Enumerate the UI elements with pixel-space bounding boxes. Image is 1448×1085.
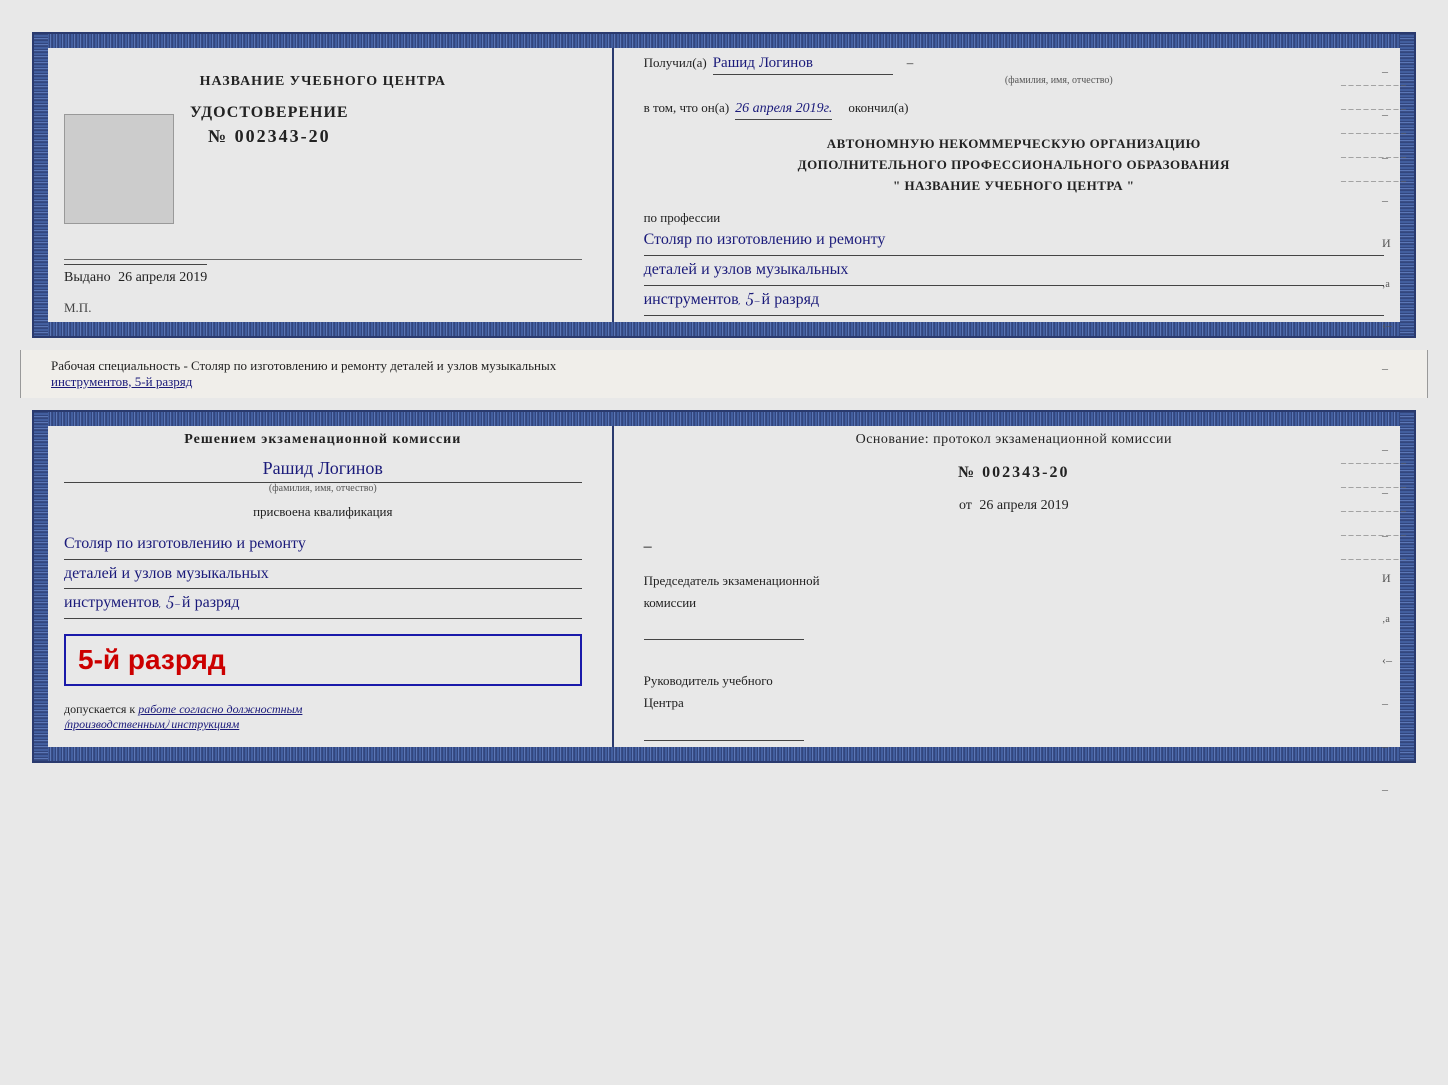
rukovoditel-signature-line	[644, 721, 804, 741]
profession-line1: Столяр по изготовлению и ремонту	[644, 226, 1384, 256]
ot-line: от 26 апреля 2019	[644, 498, 1384, 514]
vtom-date: 26 апреля 2019г.	[735, 101, 832, 120]
vtom-line: в том, что он(а) 26 апреля 2019г. окончи…	[644, 100, 1384, 120]
poluchil-value: Рашид Логинов	[713, 54, 893, 75]
poluchil-block: Получил(а) Рашид Логинов – (фамилия, имя…	[644, 54, 1384, 86]
profession-block: по профессии Столяр по изготовлению и ре…	[644, 210, 1384, 315]
ot-label: от	[959, 498, 972, 513]
razryad-box: 5-й разряд	[64, 634, 582, 686]
org-line1: АВТОНОМНУЮ НЕКОММЕРЧЕСКУЮ ОРГАНИЗАЦИЮ	[644, 134, 1384, 155]
okonchill-label: окончил(а)	[848, 100, 908, 116]
vydano-label: Выдано 26 апреля 2019	[64, 264, 207, 285]
cert-bottom-content: Решением экзаменационной комиссии Рашид …	[34, 412, 1414, 761]
middle-text-line2: инструментов, 5-й разряд	[51, 374, 192, 389]
page-wrapper: НАЗВАНИЕ УЧЕБНОГО ЦЕНТРА УДОСТОВЕРЕНИЕ №…	[20, 20, 1428, 775]
poluchil-label: Получил(а)	[644, 55, 707, 71]
profession-label: по профессии	[644, 210, 1384, 226]
predsedatel-label2: комиссии	[644, 594, 1384, 612]
razryad-big-text: 5-й разряд	[78, 644, 226, 675]
mp-label: М.П.	[64, 300, 91, 316]
poluchil-hint: (фамилия, имя, отчество)	[734, 75, 1384, 86]
predsedatel-block: Председатель экзаменационной комиссии	[644, 572, 1384, 640]
vydano-block: Выдано 26 апреля 2019	[64, 259, 582, 286]
cert-number-value: 002343-20	[235, 126, 331, 146]
cert-number-block: № 002343-20	[190, 126, 349, 147]
cert-top-wrapper: НАЗВАНИЕ УЧЕБНОГО ЦЕНТРА УДОСТОВЕРЕНИЕ №…	[32, 32, 1416, 338]
qual-block: Столяр по изготовлению и ремонту деталей…	[64, 530, 582, 619]
institution-name-top: НАЗВАНИЕ УЧЕБНОГО ЦЕНТРА	[200, 74, 446, 90]
qual-line3: инструментов, 5-й разряд	[64, 589, 582, 619]
border-left-top	[34, 34, 48, 336]
poluchil-line: Получил(а) Рашид Логинов –	[644, 54, 1384, 75]
middle-text-line1: Рабочая специальность - Столяр по изгото…	[51, 358, 556, 373]
cert-number-prefix: №	[208, 126, 228, 146]
qual-line1: Столяр по изготовлению и ремонту	[64, 530, 582, 560]
dash-poluchil: –	[907, 55, 914, 71]
cert-bottom-left: Решением экзаменационной комиссии Рашид …	[34, 412, 614, 761]
vydano-text: Выдано	[64, 270, 111, 285]
dopuskaetsya-block: допускается к работе согласно должностны…	[64, 702, 582, 732]
ot-date: 26 апреля 2019	[979, 498, 1068, 513]
rukovoditel-label1: Руководитель учебного	[644, 672, 1384, 690]
prisvoena-text: присвоена квалификация	[64, 504, 582, 520]
bottom-name-block: Рашид Логинов (фамилия, имя, отчество)	[64, 458, 582, 494]
cert-top-content: НАЗВАНИЕ УЧЕБНОГО ЦЕНТРА УДОСТОВЕРЕНИЕ №…	[34, 34, 1414, 336]
vtom-label: в том, что он(а)	[644, 100, 730, 116]
poluchil-hint-wrapper: (фамилия, имя, отчество)	[734, 75, 1384, 86]
middle-text-block: Рабочая специальность - Столяр по изгото…	[20, 350, 1428, 398]
predsedatel-signature-line	[644, 620, 804, 640]
bottom-name-value: Рашид Логинов	[64, 458, 582, 483]
cert-bottom-right: Основание: протокол экзаменационной коми…	[614, 412, 1414, 761]
protocol-prefix: №	[958, 464, 976, 481]
org-name: " НАЗВАНИЕ УЧЕБНОГО ЦЕНТРА "	[644, 176, 1384, 197]
org-block: АВТОНОМНУЮ НЕКОММЕРЧЕСКУЮ ОРГАНИЗАЦИЮ ДО…	[644, 134, 1384, 196]
cert-photo-placeholder	[64, 114, 174, 224]
border-left-bot	[34, 412, 48, 761]
right-dash-1: –	[644, 538, 1384, 556]
dopuskaetsya-label: допускается к	[64, 702, 135, 716]
reshenie-text: Решением экзаменационной комиссии	[64, 432, 582, 448]
dopuskaetsya-value2: (производственным) инструкциям	[64, 718, 239, 732]
protocol-number-block: № 002343-20	[644, 464, 1384, 482]
osnovanie-text: Основание: протокол экзаменационной коми…	[644, 432, 1384, 448]
side-dashes: ––––И‚а‹––	[1382, 64, 1392, 376]
predsedatel-label1: Председатель экзаменационной	[644, 572, 1384, 590]
udostoverenie-title: УДОСТОВЕРЕНИЕ	[190, 104, 349, 122]
vydano-date: 26 апреля 2019	[118, 270, 207, 285]
profession-line2: деталей и узлов музыкальных	[644, 256, 1384, 286]
dopuskaetsya-value: работе согласно должностным	[138, 703, 302, 717]
bottom-name-hint: (фамилия, имя, отчество)	[64, 483, 582, 494]
side-dashes-bottom: –––И‚а‹––––	[1382, 442, 1392, 797]
cert-bottom-wrapper: Решением экзаменационной комиссии Рашид …	[32, 410, 1416, 763]
rukovoditel-label2: Центра	[644, 694, 1384, 712]
cert-top-right: Получил(а) Рашид Логинов – (фамилия, имя…	[614, 34, 1414, 336]
cert-top-left: НАЗВАНИЕ УЧЕБНОГО ЦЕНТРА УДОСТОВЕРЕНИЕ №…	[34, 34, 614, 336]
rukovoditel-block: Руководитель учебного Центра	[644, 672, 1384, 740]
protocol-number: 002343-20	[982, 464, 1069, 481]
qual-line2: деталей и узлов музыкальных	[64, 560, 582, 590]
profession-line3: инструментов, 5-й разряд	[644, 286, 1384, 316]
org-line2: ДОПОЛНИТЕЛЬНОГО ПРОФЕССИОНАЛЬНОГО ОБРАЗО…	[644, 155, 1384, 176]
udostoverenie-block: УДОСТОВЕРЕНИЕ № 002343-20	[190, 104, 349, 147]
